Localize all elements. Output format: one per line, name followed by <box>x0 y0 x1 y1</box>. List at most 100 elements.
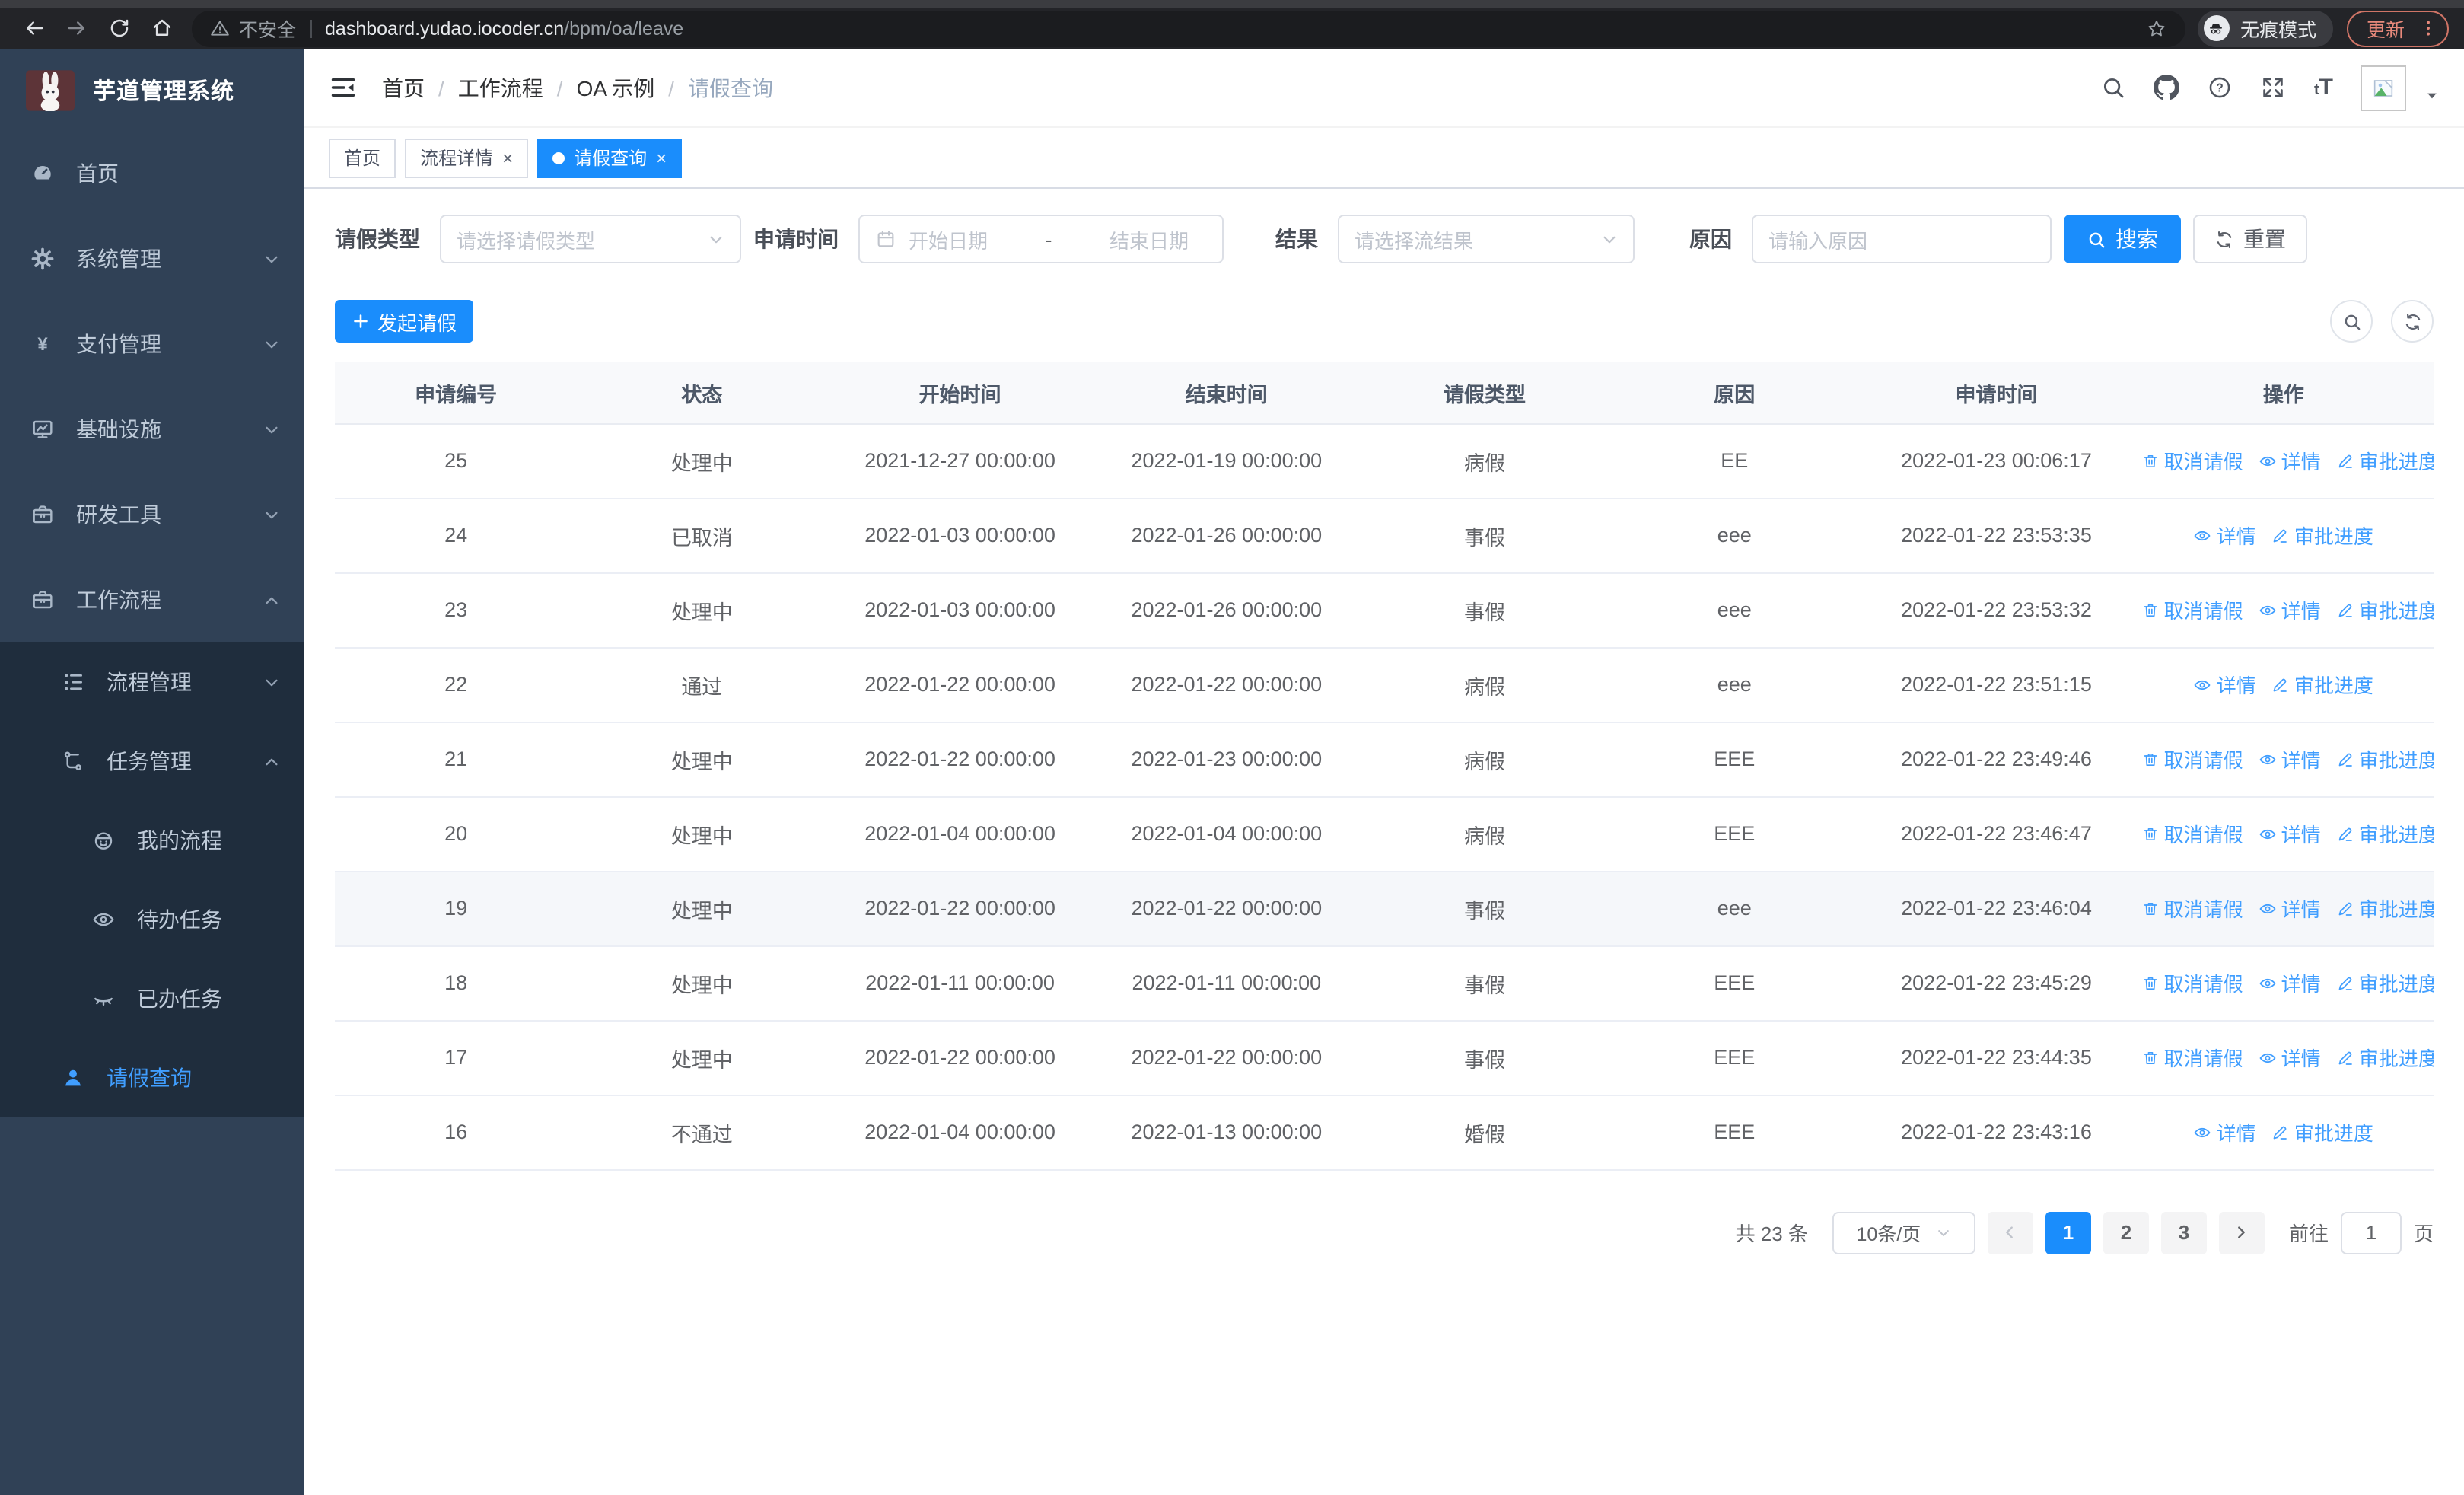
action-detail[interactable]: 详情 <box>2259 744 2321 773</box>
action-detail[interactable]: 详情 <box>2259 595 2321 624</box>
cell-actions: 取消请假 详情 审批进度 <box>2133 1020 2434 1095</box>
sidebar-item-基础设施[interactable]: 基础设施 <box>0 387 304 472</box>
bookmark-star-icon[interactable] <box>2146 18 2167 39</box>
page-button-2[interactable]: 2 <box>2103 1211 2149 1254</box>
action-cancel-leave[interactable]: 取消请假 <box>2141 595 2243 624</box>
reset-button[interactable]: 重置 <box>2193 215 2307 263</box>
action-approval-progress[interactable]: 审批进度 <box>2271 1117 2373 1146</box>
cell-apply_time: 2022-01-22 23:45:29 <box>1859 945 2134 1021</box>
result-select[interactable]: 请选择流结果 <box>1338 215 1635 263</box>
page-button-3[interactable]: 3 <box>2160 1211 2207 1254</box>
chevron-down-icon <box>263 421 280 438</box>
action-detail[interactable]: 详情 <box>2194 521 2256 550</box>
font-size-icon[interactable]: tT <box>2314 76 2333 99</box>
trash-icon <box>2141 750 2160 768</box>
sidebar-menu: 首页 系统管理 ¥ 支付管理 基础设施 研发工具 工作流程 流程管理 任务管理 我的流程 待办任务已… <box>0 131 304 1117</box>
next-page-button[interactable] <box>2218 1211 2265 1254</box>
action-cancel-leave[interactable]: 取消请假 <box>2141 744 2243 773</box>
action-approval-progress[interactable]: 审批进度 <box>2336 894 2434 923</box>
action-detail[interactable]: 详情 <box>2194 1117 2256 1146</box>
sidebar-collapse-icon[interactable] <box>329 73 358 102</box>
sidebar-item-我的流程[interactable]: 我的流程 <box>0 801 304 880</box>
action-label: 审批进度 <box>2294 1122 2373 1145</box>
incognito-badge[interactable]: 无痕模式 <box>2197 10 2333 46</box>
action-label: 取消请假 <box>2163 451 2243 473</box>
tab-首页[interactable]: 首页 <box>329 138 396 177</box>
toggle-search-button[interactable] <box>2330 300 2373 343</box>
cell-reason: EEE <box>1609 796 1860 872</box>
breadcrumb-item[interactable]: OA 示例 <box>577 72 655 103</box>
action-approval-progress[interactable]: 审批进度 <box>2336 595 2434 624</box>
refresh-table-button[interactable] <box>2391 300 2434 343</box>
tab-请假查询[interactable]: 请假查询 × <box>537 138 683 177</box>
forward-button[interactable] <box>58 11 94 45</box>
tab-close-icon[interactable]: × <box>656 148 667 167</box>
action-cancel-leave[interactable]: 取消请假 <box>2141 1043 2243 1072</box>
action-cancel-leave[interactable]: 取消请假 <box>2141 446 2243 475</box>
action-approval-progress[interactable]: 审批进度 <box>2271 521 2373 550</box>
search-icon[interactable] <box>2101 75 2127 100</box>
breadcrumb-item[interactable]: 首页 <box>382 72 425 103</box>
sidebar-item-工作流程[interactable]: 工作流程 <box>0 557 304 642</box>
tab-close-icon[interactable]: × <box>502 148 513 167</box>
page-size-select[interactable]: 10条/页 <box>1832 1211 1975 1254</box>
action-detail[interactable]: 详情 <box>2259 1043 2321 1072</box>
create-leave-button[interactable]: 发起请假 <box>335 300 474 343</box>
cell-end: 2022-01-19 00:00:00 <box>1093 423 1360 499</box>
cell-actions: 详情 审批进度 <box>2133 498 2434 573</box>
page-button-1[interactable]: 1 <box>2045 1211 2091 1254</box>
sidebar-item-待办任务[interactable]: 待办任务 <box>0 880 304 959</box>
action-approval-progress[interactable]: 审批进度 <box>2336 1043 2434 1072</box>
action-approval-progress[interactable]: 审批进度 <box>2336 446 2434 475</box>
search-button[interactable]: 搜索 <box>2064 215 2181 263</box>
action-approval-progress[interactable]: 审批进度 <box>2336 819 2434 848</box>
fullscreen-icon[interactable] <box>2261 75 2287 100</box>
action-detail[interactable]: 详情 <box>2259 446 2321 475</box>
cell-type: 病假 <box>1359 423 1610 499</box>
sidebar-item-请假查询[interactable]: 请假查询 <box>0 1038 304 1117</box>
reason-input[interactable]: 请输入原因 <box>1752 215 2052 263</box>
reason-label: 原因 <box>1689 227 1732 251</box>
help-icon[interactable]: ? <box>2208 75 2233 100</box>
dashboard-icon <box>30 161 55 186</box>
breadcrumb-item[interactable]: 工作流程 <box>458 72 543 103</box>
sidebar-item-流程管理[interactable]: 流程管理 <box>0 642 304 722</box>
action-cancel-leave[interactable]: 取消请假 <box>2141 894 2243 923</box>
view-icon <box>2259 974 2277 992</box>
page-unit-label: 页 <box>2413 1222 2434 1245</box>
avatar[interactable] <box>2361 65 2406 110</box>
prev-page-button[interactable] <box>1987 1211 2033 1254</box>
sidebar-item-支付管理[interactable]: ¥ 支付管理 <box>0 301 304 387</box>
back-button[interactable] <box>15 11 52 45</box>
github-icon[interactable] <box>2154 75 2180 100</box>
sidebar-item-任务管理[interactable]: 任务管理 <box>0 722 304 801</box>
action-detail[interactable]: 详情 <box>2259 819 2321 848</box>
action-approval-progress[interactable]: 审批进度 <box>2271 670 2373 699</box>
action-cancel-leave[interactable]: 取消请假 <box>2141 819 2243 848</box>
reload-button[interactable] <box>100 11 137 45</box>
cell-actions: 取消请假 详情 审批进度 <box>2133 423 2434 499</box>
chevron-down-icon <box>263 250 280 267</box>
sidebar-item-首页[interactable]: 首页 <box>0 131 304 216</box>
sidebar-item-已办任务[interactable]: 已办任务 <box>0 959 304 1038</box>
leave-type-select[interactable]: 请选择请假类型 <box>440 215 741 263</box>
action-cancel-leave[interactable]: 取消请假 <box>2141 968 2243 997</box>
kebab-menu-icon[interactable] <box>2418 18 2438 38</box>
sidebar-item-研发工具[interactable]: 研发工具 <box>0 472 304 557</box>
goto-page-input[interactable]: 1 <box>2340 1211 2402 1254</box>
breadcrumb-separator: / <box>668 75 675 100</box>
address-bar[interactable]: 不安全 dashboard.yudao.iocoder.cn /bpm/oa/l… <box>192 10 2185 46</box>
action-detail[interactable]: 详情 <box>2259 968 2321 997</box>
caret-down-icon[interactable] <box>2424 88 2440 103</box>
refresh-icon <box>2214 229 2234 249</box>
action-approval-progress[interactable]: 审批进度 <box>2336 968 2434 997</box>
cell-type: 婚假 <box>1359 1095 1610 1170</box>
browser-update-button[interactable]: 更新 <box>2346 10 2449 46</box>
action-detail[interactable]: 详情 <box>2259 894 2321 923</box>
action-approval-progress[interactable]: 审批进度 <box>2336 744 2434 773</box>
tab-流程详情[interactable]: 流程详情 × <box>405 138 529 177</box>
action-detail[interactable]: 详情 <box>2194 670 2256 699</box>
sidebar-item-系统管理[interactable]: 系统管理 <box>0 216 304 301</box>
apply-time-range-input[interactable]: 开始日期 - 结束日期 <box>858 215 1224 263</box>
home-button[interactable] <box>143 11 180 45</box>
